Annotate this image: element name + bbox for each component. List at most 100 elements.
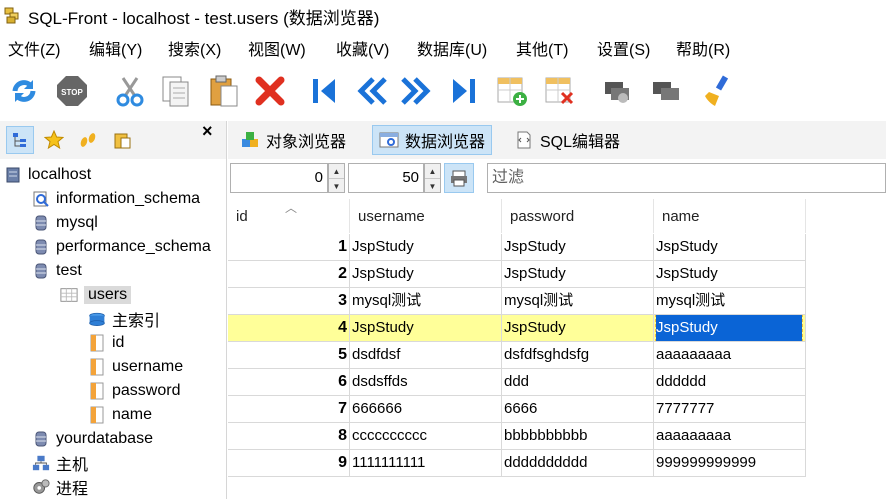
column-header-password[interactable]: password [502,199,654,233]
table-cell-name[interactable]: JspStudy [654,234,806,261]
table-cell-password[interactable]: JspStudy [502,261,654,288]
tree-node-primary-index[interactable]: 主索引 [88,308,160,330]
table-row[interactable]: 3 mysql测试 mysql测试 mysql测试 [228,288,806,315]
tree-node-yourdatabase[interactable]: yourdatabase [32,428,153,450]
table-cell-password[interactable]: dddddddddd [502,450,654,477]
tree-node-field-name[interactable]: name [88,404,152,426]
table-cell-name[interactable]: 999999999999 [654,450,806,477]
table-cell-id[interactable]: 4 [228,315,350,342]
clipboard-icon[interactable] [108,126,136,154]
table-cell-id[interactable]: 2 [228,261,350,288]
table-row[interactable]: 1 JspStudy JspStudy JspStudy [228,234,806,261]
favorites-star-icon[interactable] [40,126,68,154]
limit-input[interactable]: 50 [348,163,424,193]
menu-other[interactable]: 其他(T) [516,36,568,60]
limit-toggle-button[interactable] [444,163,474,193]
stop-icon[interactable]: STOP [54,73,90,109]
delete-row-icon[interactable] [542,73,578,109]
filter-input[interactable]: 过滤 [487,163,886,193]
first-icon[interactable] [306,73,342,109]
table-cell-id[interactable]: 1 [228,234,350,261]
table-cell-password[interactable]: JspStudy [502,315,654,342]
prev-icon[interactable] [354,73,390,109]
tree-node-users[interactable]: users [60,284,132,306]
table-cell-name[interactable]: dddddd [654,369,806,396]
tree-node-processes[interactable]: 进程 [32,476,88,498]
down-arrow-icon[interactable]: ▼ [425,178,440,193]
table-cell-id[interactable]: 6 [228,369,350,396]
offset-stepper[interactable]: ▲ ▼ [328,163,345,193]
brush-icon[interactable] [700,73,736,109]
close-navigator-button[interactable]: × [202,121,213,142]
tree-node-field-username[interactable]: username [88,356,183,378]
next-icon[interactable] [398,73,434,109]
table-cell-username[interactable]: dsdsffds [350,369,502,396]
tree-node-information-schema[interactable]: information_schema [32,188,200,210]
table-cell-password[interactable]: dsfdfsghdsfg [502,342,654,369]
table-cell-password[interactable]: 6666 [502,396,654,423]
menu-help[interactable]: 帮助(R) [676,36,730,60]
up-arrow-icon[interactable]: ▲ [425,164,440,178]
footprints-icon[interactable] [74,126,102,154]
tab-sql-editor[interactable]: SQL编辑器 [508,125,626,155]
tree-node-performance-schema[interactable]: performance_schema [32,236,211,258]
table-row[interactable]: 9 1111111111 dddddddddd 999999999999 [228,450,806,477]
table-cell-password[interactable]: mysql测试 [502,288,654,315]
menu-file[interactable]: 文件(Z) [8,36,60,60]
tab-object-browser[interactable]: 对象浏览器 [234,125,352,155]
tree-node-field-id[interactable]: id [88,332,124,354]
table-row[interactable]: 8 cccccccccc bbbbbbbbbb aaaaaaaaa [228,423,806,450]
cut-icon[interactable] [112,73,148,109]
offset-input[interactable]: 0 [230,163,328,193]
tree-node-test[interactable]: test [32,260,82,282]
copy-icon[interactable] [158,73,194,109]
menu-favorites[interactable]: 收藏(V) [336,36,389,60]
table-row[interactable]: 7 666666 6666 7777777 [228,396,806,423]
table-cell-password[interactable]: bbbbbbbbbb [502,423,654,450]
table-cell-username[interactable]: mysql测试 [350,288,502,315]
menu-database[interactable]: 数据库(U) [417,36,487,60]
table-row[interactable]: 4 JspStudy JspStudy JspStudy [228,315,806,342]
table-cell-username[interactable]: 666666 [350,396,502,423]
delete-icon[interactable] [252,73,288,109]
table-cell-username[interactable]: JspStudy [350,315,502,342]
menu-edit[interactable]: 编辑(Y) [89,36,142,60]
table-cell-name[interactable]: aaaaaaaaa [654,423,806,450]
column-header-name[interactable]: name [654,199,806,233]
table-cell-password[interactable]: JspStudy [502,234,654,261]
table-cell-id[interactable]: 9 [228,450,350,477]
table-cell-id[interactable]: 3 [228,288,350,315]
tree-node-localhost[interactable]: localhost [4,164,91,186]
table-cell-name[interactable]: 7777777 [654,396,806,423]
insert-row-icon[interactable] [494,73,530,109]
paste-icon[interactable] [206,73,242,109]
table-cell-username[interactable]: 1111111111 [350,450,502,477]
column-header-username[interactable]: username [350,199,502,233]
tree-node-mysql[interactable]: mysql [32,212,98,234]
table-row[interactable]: 5 dsdfdsf dsfdfsghdsfg aaaaaaaaa [228,342,806,369]
table-cell-id[interactable]: 5 [228,342,350,369]
tree-node-hosts[interactable]: 主机 [32,452,88,474]
table-cell-name[interactable]: mysql测试 [654,288,806,315]
table-cell-id[interactable]: 8 [228,423,350,450]
table-cell-password[interactable]: ddd [502,369,654,396]
tree-view-icon[interactable] [6,126,34,154]
tree-node-field-password[interactable]: password [88,380,180,402]
table-cell-username[interactable]: JspStudy [350,261,502,288]
menu-search[interactable]: 搜索(X) [168,36,221,60]
table-row[interactable]: 2 JspStudy JspStudy JspStudy [228,261,806,288]
table-cell-username[interactable]: dsdfdsf [350,342,502,369]
table-cell-name[interactable]: aaaaaaaaa [654,342,806,369]
menu-view[interactable]: 视图(W) [248,36,306,60]
column-header-id[interactable]: id ︿ [228,199,350,233]
menu-settings[interactable]: 设置(S) [597,36,650,60]
table-cell-username[interactable]: cccccccccc [350,423,502,450]
table-row[interactable]: 6 dsdsffds ddd dddddd [228,369,806,396]
table-cell-name[interactable]: JspStudy [654,315,806,342]
tab-data-browser[interactable]: 数据浏览器 [372,125,493,155]
table-cell-name[interactable]: JspStudy [654,261,806,288]
table-cell-id[interactable]: 7 [228,396,350,423]
down-arrow-icon[interactable]: ▼ [329,178,344,193]
table-cell-username[interactable]: JspStudy [350,234,502,261]
cmd2-icon[interactable] [648,73,684,109]
